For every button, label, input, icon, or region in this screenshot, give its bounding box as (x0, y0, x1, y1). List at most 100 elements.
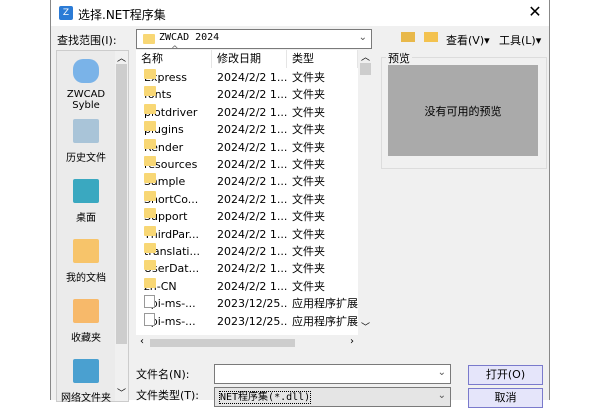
file-row[interactable]: translati... 2024/2/2 1... 文件夹 (136, 243, 358, 260)
file-date: 2024/2/2 1... (217, 71, 287, 84)
file-date: 2024/2/2 1... (217, 262, 287, 276)
column-date[interactable]: 修改日期 (212, 50, 287, 68)
file-row[interactable]: ShortCo... 2024/2/2 1... 文件夹 (136, 190, 358, 208)
places-scrollbar[interactable]: ︿ ﹀ (115, 51, 128, 401)
file-row[interactable]: zh-CN 2024/2/2 1... 文件夹 (136, 277, 358, 295)
cancel-button[interactable]: 取消 (468, 388, 543, 408)
file-type: 文件夹 (292, 245, 325, 258)
list-vertical-scrollbar[interactable]: ︿ ﹀ (358, 50, 373, 335)
place-icon (73, 359, 99, 383)
folder-icon (144, 156, 156, 166)
column-type[interactable]: 类型 (287, 50, 358, 68)
file-date: 2024/2/2 1... (217, 227, 287, 241)
file-date: 2024/2/2 1... (217, 158, 287, 171)
place-icon (73, 59, 99, 83)
tools-menu[interactable]: 工具(L)▾ (499, 32, 541, 48)
file-row[interactable]: fonts 2024/2/2 1... 文件夹 (136, 86, 358, 103)
folder-icon (144, 103, 156, 114)
folder-icon (144, 277, 156, 288)
filename-input[interactable]: ⌄ (214, 364, 451, 384)
file-type: 文件夹 (292, 227, 325, 241)
place-label: 收藏夹 (71, 333, 101, 344)
look-in-label: 查找范围(I): (57, 34, 117, 47)
up-folder-icon[interactable] (401, 32, 415, 42)
folder-icon (144, 69, 156, 79)
list-horizontal-scrollbar[interactable]: ‹ › (136, 336, 358, 350)
filetype-label: 文件类型(T): (136, 389, 200, 402)
place-5[interactable]: 网络文件夹 (57, 359, 115, 404)
file-type: 文件夹 (292, 175, 325, 189)
file-row[interactable]: Support 2024/2/2 1... 文件夹 (136, 208, 358, 225)
file-date: 2024/2/2 1... (217, 88, 287, 102)
file-row[interactable]: plotdriver 2024/2/2 1... 文件夹 (136, 103, 358, 121)
file-row[interactable]: Sample 2024/2/2 1... 文件夹 (136, 173, 358, 190)
file-date: 2024/2/2 1... (217, 245, 287, 258)
place-1[interactable]: 历史文件 (57, 119, 115, 164)
new-folder-icon[interactable] (424, 32, 438, 42)
folder-icon (144, 173, 156, 184)
folder-icon (144, 138, 156, 149)
file-date: 2024/2/2 1... (217, 105, 287, 119)
file-row[interactable]: api-ms-... 2023/12/25... 应用程序扩展 (136, 312, 358, 330)
file-row[interactable]: Render 2024/2/2 1... 文件夹 (136, 138, 358, 156)
file-type: 文件夹 (292, 262, 325, 276)
preview-empty-text: 没有可用的预览 (424, 104, 502, 118)
preview-label: 预览 (386, 50, 412, 66)
file-type: 文件夹 (292, 140, 325, 154)
file-row[interactable]: Express 2024/2/2 1... 文件夹 (136, 69, 358, 86)
file-type: 文件夹 (292, 88, 325, 102)
file-type: 文件夹 (292, 279, 325, 293)
look-in-value: ZWCAD 2024 (159, 32, 220, 43)
folder-icon (144, 260, 156, 271)
file-type: 文件夹 (292, 123, 325, 137)
scroll-thumb[interactable] (116, 64, 127, 344)
file-type: 文件夹 (292, 158, 325, 171)
place-4[interactable]: 收藏夹 (57, 299, 115, 344)
file-date: 2024/2/2 1... (217, 210, 287, 224)
filetype-dropdown[interactable]: NET程序集(*.dll) ⌄ (214, 387, 451, 407)
file-type: 文件夹 (292, 105, 325, 119)
place-0[interactable]: ZWCAD Syble (57, 59, 115, 111)
filename-label: 文件名(N): (136, 368, 190, 381)
file-type: 文件夹 (292, 210, 325, 224)
folder-icon (144, 121, 156, 132)
file-row[interactable]: resources 2024/2/2 1... 文件夹 (136, 156, 358, 173)
folder-icon (144, 225, 156, 236)
place-label: 我的文档 (66, 273, 106, 284)
file-list: 名称 ^ 修改日期 类型 Express 2024/2/2 1... 文件夹 fon… (136, 45, 358, 335)
file-date: 2024/2/2 1... (217, 140, 287, 154)
place-icon (73, 299, 99, 323)
folder-icon (144, 86, 156, 97)
file-row[interactable]: ThirdPar... 2024/2/2 1... 文件夹 (136, 225, 358, 243)
scroll-thumb[interactable] (360, 63, 371, 75)
file-icon (144, 295, 155, 309)
app-icon: Z (59, 6, 73, 20)
file-type: 应用程序扩展 (292, 297, 358, 311)
file-type: 应用程序扩展 (292, 314, 358, 328)
open-button[interactable]: 打开(O) (468, 365, 543, 385)
file-type: 文件夹 (292, 192, 325, 206)
file-row[interactable]: api-ms-... 2023/12/25... 应用程序扩展 (136, 295, 358, 312)
title-bar: Z 选择.NET程序集 ✕ (51, 0, 549, 26)
close-button[interactable]: ✕ (525, 2, 545, 21)
scroll-thumb[interactable] (150, 339, 295, 347)
sort-ascending-icon: ^ (171, 45, 179, 55)
preview-area: 没有可用的预览 (388, 65, 538, 156)
view-menu[interactable]: 查看(V)▾ (446, 32, 490, 48)
place-icon (73, 239, 99, 263)
file-icon (144, 312, 155, 326)
file-row[interactable]: UserDat... 2024/2/2 1... 文件夹 (136, 260, 358, 277)
place-label: 桌面 (76, 213, 96, 224)
place-3[interactable]: 我的文档 (57, 239, 115, 284)
folder-icon (144, 190, 156, 201)
chevron-down-icon: ⌄ (358, 32, 367, 43)
place-2[interactable]: 桌面 (57, 179, 115, 224)
file-date: 2024/2/2 1... (217, 123, 287, 137)
file-date: 2024/2/2 1... (217, 175, 287, 189)
dialog-title: 选择.NET程序集 (78, 8, 166, 22)
file-type: 文件夹 (292, 71, 325, 84)
file-row[interactable]: plugins 2024/2/2 1... 文件夹 (136, 121, 358, 138)
places-bar: ZWCAD Syble 历史文件桌面我的文档收藏夹网络文件夹 ︿ ﹀ (56, 50, 129, 404)
folder-icon (144, 243, 156, 253)
place-icon (73, 179, 99, 203)
